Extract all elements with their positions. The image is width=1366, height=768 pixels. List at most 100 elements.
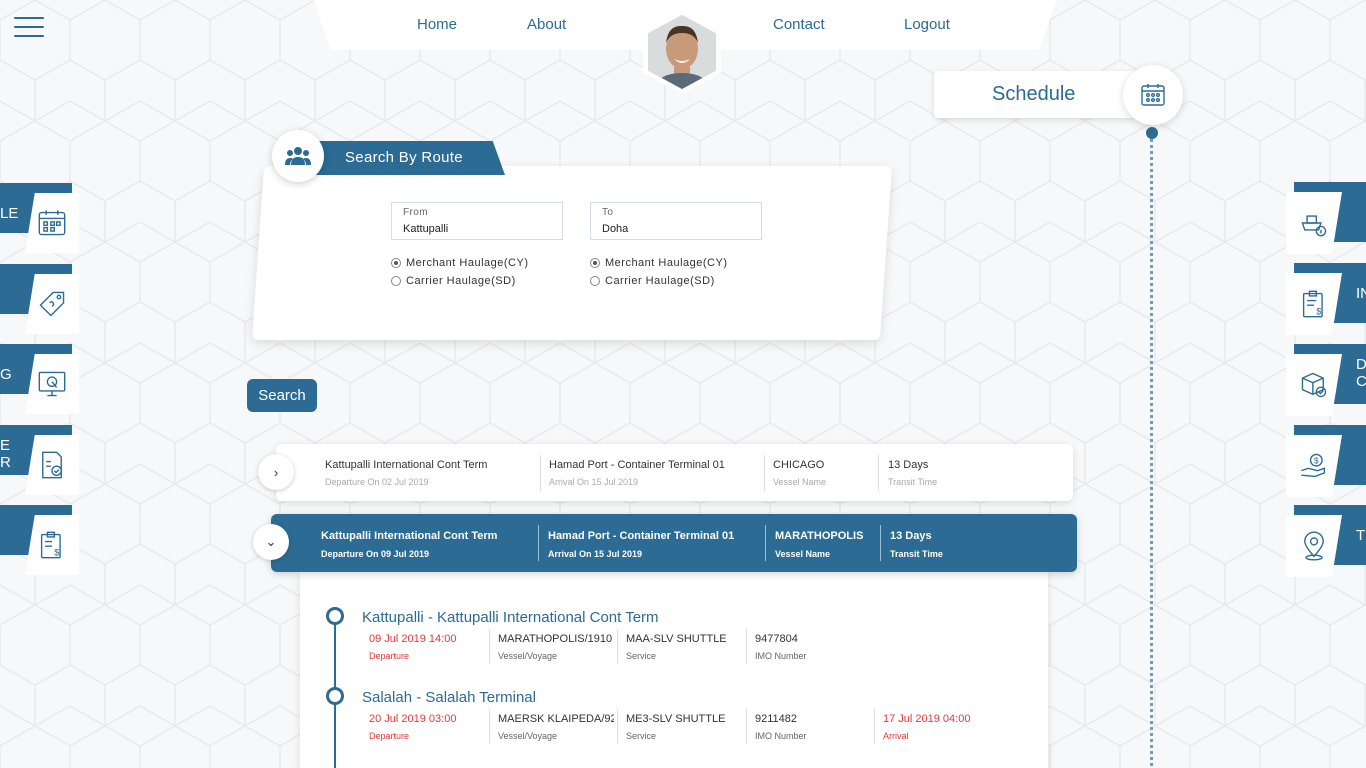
leg-departure: 09 Jul 2019 14:00 Departure (369, 633, 484, 661)
imo-label: IMO Number (755, 651, 807, 661)
radio-unchecked-icon (590, 276, 600, 286)
vessel-voyage: MAERSK KLAIPEDA/928 (498, 713, 614, 725)
nav-logout-link[interactable]: Logout (904, 16, 950, 33)
radio-label: Merchant Haulage(CY) (406, 257, 529, 269)
left-tab-tracking[interactable]: E R (0, 425, 79, 495)
ship-info-icon (1286, 192, 1342, 254)
imo-number: 9477804 (755, 633, 798, 645)
from-label: From (403, 207, 428, 218)
radio-label: Carrier Haulage(SD) (605, 275, 715, 287)
from-input[interactable] (403, 223, 551, 235)
to-field[interactable]: To (590, 202, 762, 240)
leg-service: ME3-SLV SHUTTLE Service (626, 713, 744, 741)
to-input[interactable] (602, 223, 750, 235)
origin-name: Kattupalli International Cont Term (325, 459, 488, 471)
origin-name: Kattupalli International Cont Term (321, 530, 498, 542)
to-carrier-haulage-radio[interactable]: Carrier Haulage(SD) (590, 275, 715, 287)
service-label: Service (626, 651, 657, 661)
timeline-stop-dot (326, 607, 344, 625)
service-name: MAA-SLV SHUTTLE (626, 633, 727, 645)
divider (489, 629, 490, 663)
result-origin: Kattupalli International Cont Term Depar… (325, 459, 487, 487)
result-transit: 13 Days Transit Time (890, 530, 943, 559)
arrival-date: Arrival On 15 Jul 2019 (549, 477, 639, 487)
svg-text:$: $ (1314, 457, 1319, 466)
users-icon (272, 130, 324, 182)
location-pin-icon (1286, 515, 1342, 577)
vessel-name: CHICAGO (773, 459, 825, 471)
service-label: Service (626, 731, 657, 741)
user-photo-icon (648, 15, 716, 89)
from-field[interactable]: From (391, 202, 563, 240)
radio-label: Carrier Haulage(SD) (406, 275, 516, 287)
transit-time: 13 Days (890, 530, 932, 542)
divider (538, 525, 539, 561)
divider (617, 629, 618, 663)
right-tab-tracking[interactable]: T (1286, 505, 1366, 577)
right-tab-text: T (1356, 527, 1366, 544)
vessel-label: Vessel Name (775, 549, 831, 559)
departure-datetime: 09 Jul 2019 14:00 (369, 633, 457, 645)
divider (874, 709, 875, 743)
hamburger-menu-icon[interactable] (14, 17, 44, 39)
svg-text:$: $ (1316, 306, 1321, 316)
search-by-route-title: Search By Route (300, 141, 505, 175)
divider (764, 455, 765, 491)
left-tab-pricing[interactable] (0, 264, 79, 334)
right-tab-delivery[interactable]: D C (1286, 344, 1366, 416)
left-tab-text: LE (0, 205, 19, 222)
leg-imo: 9477804 IMO Number (755, 633, 865, 661)
service-name: ME3-SLV SHUTTLE (626, 713, 726, 725)
nav-home-link[interactable]: Home (417, 16, 457, 33)
user-avatar[interactable] (643, 10, 721, 94)
divider (765, 525, 766, 561)
leg-vessel-voyage: MAERSK KLAIPEDA/928 Vessel/Voyage (498, 713, 614, 741)
transit-time: 13 Days (888, 459, 929, 471)
schedule-text: Schedule (992, 83, 1076, 105)
departure-date: Departure On 02 Jul 2019 (325, 477, 429, 487)
result-origin: Kattupalli International Cont Term Depar… (321, 530, 497, 559)
radio-label: Merchant Haulage(CY) (605, 257, 728, 269)
timeline-stop-dot (326, 687, 344, 705)
imo-number: 9211482 (755, 713, 798, 725)
divider (489, 709, 490, 743)
box-check-icon (1286, 354, 1342, 416)
leg-vessel-voyage: MARATHOPOLIS/1910 Vessel/Voyage (498, 633, 614, 661)
invoice-dollar-icon: $ (1286, 273, 1342, 335)
left-tab-invoice[interactable]: $ (0, 505, 79, 575)
calendar-icon[interactable] (1123, 65, 1183, 125)
nav-contact-link[interactable]: Contact (773, 16, 825, 33)
to-merchant-haulage-radio[interactable]: Merchant Haulage(CY) (590, 257, 728, 269)
chevron-down-icon[interactable]: ⌄ (253, 524, 289, 560)
right-tab-vessel[interactable] (1286, 182, 1366, 254)
chevron-right-icon[interactable]: › (258, 454, 294, 490)
result-vessel: MARATHOPOLIS Vessel Name (775, 530, 863, 559)
timeline-dot (1146, 127, 1158, 139)
stop-title: Salalah - Salalah Terminal (362, 689, 536, 706)
result-vessel: CHICAGO Vessel Name (773, 459, 826, 487)
nav-about-link[interactable]: About (527, 16, 566, 33)
left-tab-schedule[interactable]: LE (0, 183, 79, 253)
stop-title: Kattupalli - Kattupalli International Co… (362, 609, 659, 626)
arrival-datetime: 17 Jul 2019 04:00 (883, 713, 971, 725)
vessel-voyage-label: Vessel/Voyage (498, 731, 558, 741)
leg-arrival: 17 Jul 2019 04:00 Arrival (883, 713, 993, 741)
from-merchant-haulage-radio[interactable]: Merchant Haulage(CY) (391, 257, 529, 269)
leg-service: MAA-SLV SHUTTLE Service (626, 633, 744, 661)
left-tab-text: E R (0, 437, 11, 471)
to-label: To (602, 207, 614, 218)
hand-money-icon: $ (1286, 435, 1342, 497)
divider (746, 709, 747, 743)
timeline-dotted-line (1150, 133, 1153, 768)
radio-unchecked-icon (391, 276, 401, 286)
search-button[interactable]: Search (247, 379, 317, 412)
left-tab-booking[interactable]: G (0, 344, 79, 414)
right-tab-invoice[interactable]: IN $ (1286, 263, 1366, 335)
schedule-label[interactable]: Schedule (934, 71, 1134, 118)
right-tab-text: IN (1356, 285, 1366, 302)
from-carrier-haulage-radio[interactable]: Carrier Haulage(SD) (391, 275, 516, 287)
divider (617, 709, 618, 743)
leg-departure: 20 Jul 2019 03:00 Departure (369, 713, 484, 741)
right-tab-payment[interactable]: $ (1286, 425, 1366, 497)
transit-label: Transit Time (888, 477, 938, 487)
